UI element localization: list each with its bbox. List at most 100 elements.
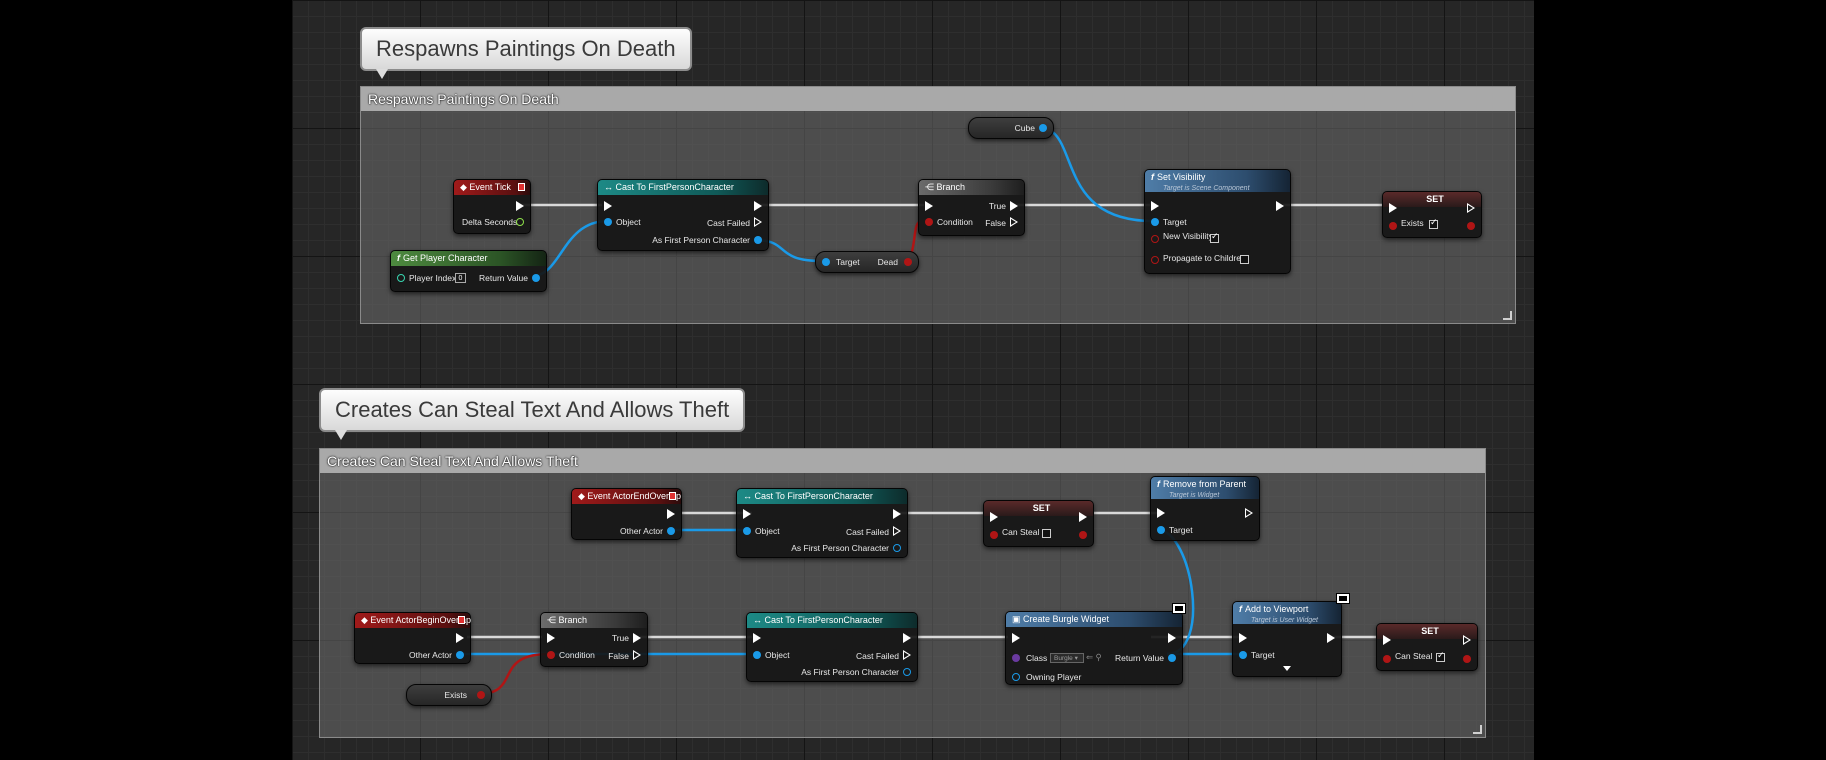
cube-getter-node[interactable]: Cube xyxy=(968,117,1054,139)
exec-in-pin[interactable] xyxy=(1239,633,1247,643)
exists-pin[interactable] xyxy=(477,691,485,699)
cast-node-header[interactable]: ↔ Cast To FirstPersonCharacter xyxy=(598,180,768,195)
player-index-input[interactable]: 0 xyxy=(455,273,466,283)
cast-to-firstperson-begin-node[interactable]: ↔ Cast To FirstPersonCharacter Object Ca… xyxy=(746,612,918,682)
event-delegate-icon[interactable] xyxy=(518,183,525,191)
return-value-pin[interactable] xyxy=(1168,654,1176,662)
exec-in-pin[interactable] xyxy=(1157,508,1165,518)
exec-out-pin[interactable] xyxy=(1467,203,1475,213)
blueprint-graph-canvas[interactable]: Respawns Paintings On Death Respawns Pai… xyxy=(292,0,1534,760)
exists-checkbox[interactable] xyxy=(1429,217,1438,229)
event-actor-begin-overlap-node[interactable]: ◆ Event ActorBeginOverlap Other Actor xyxy=(354,612,471,664)
add-to-viewport-header[interactable]: f Add to Viewport Target is User Widget xyxy=(1233,602,1341,624)
add-to-viewport-node[interactable]: f Add to Viewport Target is User Widget Ta… xyxy=(1232,601,1342,677)
exec-out-pin[interactable] xyxy=(893,509,901,519)
branch-node[interactable]: ⋲ Branch True Condition False xyxy=(918,179,1025,236)
can-steal-in-pin[interactable] xyxy=(1383,655,1391,663)
cast-to-firstperson-node[interactable]: ↔ Cast To FirstPersonCharacter Object Ca… xyxy=(597,179,769,251)
exec-out-pin[interactable] xyxy=(516,201,524,211)
branch-header[interactable]: ⋲ Branch xyxy=(541,613,647,628)
create-burgle-widget-node[interactable]: ▣ Create Burgle Widget Class Burgle ▾ ⇐ … xyxy=(1005,611,1183,685)
class-browse-icons[interactable]: ⇐ ⚲ xyxy=(1086,652,1102,663)
cast-failed-pin[interactable] xyxy=(893,526,901,536)
cast-to-firstperson-end-node[interactable]: ↔ Cast To FirstPersonCharacter Object Ca… xyxy=(736,488,908,558)
cube-pin[interactable] xyxy=(1039,124,1047,132)
set-visibility-header[interactable]: f Set Visibility Target is Scene Component xyxy=(1145,170,1290,192)
begin-overlap-header[interactable]: ◆ Event ActorBeginOverlap xyxy=(355,613,471,628)
exists-in-pin[interactable] xyxy=(1389,222,1397,230)
owning-player-pin[interactable] xyxy=(1012,673,1020,681)
cast-failed-pin[interactable] xyxy=(754,217,762,227)
other-actor-pin[interactable] xyxy=(456,651,464,659)
remove-from-parent-node[interactable]: f Remove from Parent Target is Widget Targ… xyxy=(1150,476,1260,541)
expand-advanced-arrow-icon[interactable] xyxy=(1283,666,1291,671)
can-steal-out-pin[interactable] xyxy=(1079,531,1087,539)
exec-in-pin[interactable] xyxy=(1389,203,1397,213)
can-steal-out-pin[interactable] xyxy=(1463,655,1471,663)
exec-out-pin[interactable] xyxy=(1168,633,1176,643)
condition-pin[interactable] xyxy=(547,651,555,659)
target-pin[interactable] xyxy=(1151,218,1159,226)
propagate-checkbox[interactable] xyxy=(1240,255,1249,264)
create-widget-header[interactable]: ▣ Create Burgle Widget xyxy=(1006,612,1182,627)
dead-pin[interactable] xyxy=(904,258,912,266)
event-delegate-icon[interactable] xyxy=(669,492,676,500)
event-tick-node[interactable]: ◆ Event Tick Delta Seconds xyxy=(453,179,531,234)
exec-in-pin[interactable] xyxy=(604,201,612,211)
exec-out-pin[interactable] xyxy=(903,633,911,643)
exec-out-pin[interactable] xyxy=(1079,512,1087,522)
target-pin[interactable] xyxy=(1239,651,1247,659)
dead-getter-node[interactable]: Target Dead xyxy=(815,251,919,273)
exec-out-pin[interactable] xyxy=(1463,635,1471,645)
event-actor-end-overlap-node[interactable]: ◆ Event ActorEndOverlap Other Actor xyxy=(571,488,682,540)
class-dropdown[interactable]: Burgle ▾ xyxy=(1050,653,1084,663)
can-steal-checkbox[interactable] xyxy=(1042,529,1051,538)
exists-out-pin[interactable] xyxy=(1467,222,1475,230)
object-in-pin[interactable] xyxy=(743,527,751,535)
false-exec-pin[interactable] xyxy=(1010,217,1018,227)
new-visibility-checkbox[interactable] xyxy=(1210,231,1219,243)
delta-seconds-pin[interactable] xyxy=(516,218,524,226)
cast-node-header[interactable]: ↔ Cast To FirstPersonCharacter xyxy=(737,489,907,504)
object-in-pin[interactable] xyxy=(604,218,612,226)
set-can-steal-false-node[interactable]: SET Can Steal xyxy=(983,500,1094,547)
exec-in-pin[interactable] xyxy=(990,512,998,522)
exec-in-pin[interactable] xyxy=(753,633,761,643)
get-player-character-node[interactable]: f Get Player Character Player Index 0 Ret… xyxy=(390,250,547,292)
branch-header[interactable]: ⋲ Branch xyxy=(919,180,1024,195)
exists-getter-node[interactable]: Exists xyxy=(406,684,492,706)
target-pin[interactable] xyxy=(1157,526,1165,534)
propagate-pin[interactable] xyxy=(1151,256,1159,264)
set-can-steal-true-node[interactable]: SET Can Steal xyxy=(1376,623,1478,671)
as-first-person-pin[interactable] xyxy=(903,668,911,676)
remove-from-parent-header[interactable]: f Remove from Parent Target is Widget xyxy=(1151,477,1259,499)
exec-out-pin[interactable] xyxy=(667,509,675,519)
cast-failed-pin[interactable] xyxy=(903,650,911,660)
exec-in-pin[interactable] xyxy=(925,201,933,211)
object-in-pin[interactable] xyxy=(753,651,761,659)
exec-in-pin[interactable] xyxy=(1151,201,1159,211)
exec-out-pin[interactable] xyxy=(754,201,762,211)
set-visibility-node[interactable]: f Set Visibility Target is Scene Component… xyxy=(1144,169,1291,274)
can-steal-checkbox[interactable] xyxy=(1436,650,1445,662)
event-delegate-icon[interactable] xyxy=(458,616,465,624)
as-first-person-pin[interactable] xyxy=(893,544,901,552)
exec-in-pin[interactable] xyxy=(547,633,555,643)
player-index-pin[interactable] xyxy=(397,274,405,282)
true-exec-pin[interactable] xyxy=(1010,201,1018,211)
event-tick-header[interactable]: ◆ Event Tick xyxy=(454,180,530,195)
exec-out-pin[interactable] xyxy=(1245,508,1253,518)
set-exists-node[interactable]: SET Exists xyxy=(1382,191,1482,238)
return-value-pin[interactable] xyxy=(532,274,540,282)
as-first-person-pin[interactable] xyxy=(754,236,762,244)
exec-out-pin[interactable] xyxy=(1327,633,1335,643)
class-pin[interactable] xyxy=(1012,654,1020,662)
exec-out-pin[interactable] xyxy=(456,633,464,643)
other-actor-pin[interactable] xyxy=(667,527,675,535)
true-exec-pin[interactable] xyxy=(633,633,641,643)
can-steal-in-pin[interactable] xyxy=(990,531,998,539)
new-visibility-pin[interactable] xyxy=(1151,235,1159,243)
exec-in-pin[interactable] xyxy=(743,509,751,519)
end-overlap-header[interactable]: ◆ Event ActorEndOverlap xyxy=(572,489,681,504)
exec-in-pin[interactable] xyxy=(1383,635,1391,645)
